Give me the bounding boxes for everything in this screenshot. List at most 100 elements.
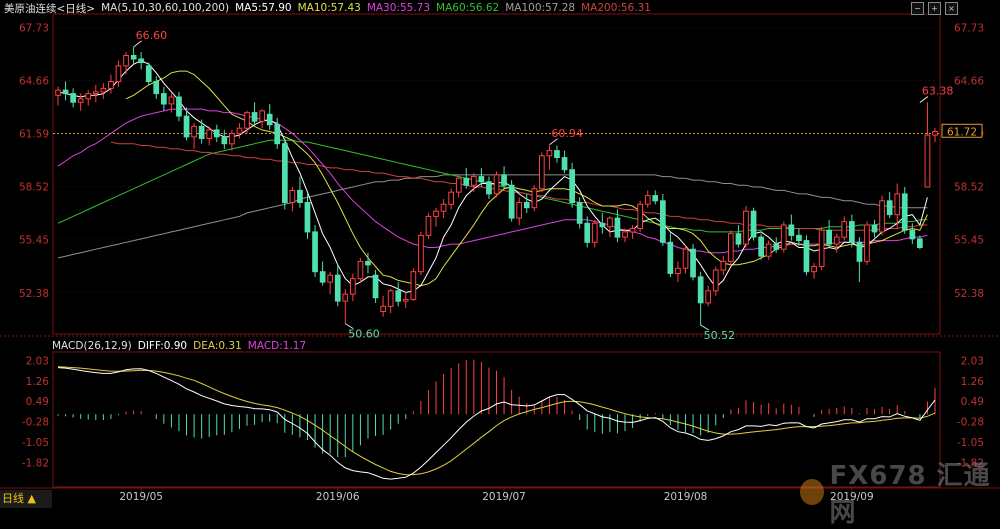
macd-tick-left: -1.05 [22,437,49,449]
candle-down [153,81,160,95]
candle-down [130,55,137,60]
price-tick-left: 64.66 [19,75,49,87]
candle-up [924,134,931,188]
candle-up [780,224,787,250]
candle-up [115,65,122,83]
candle-down [614,217,621,238]
macd-tick-left: 0.49 [26,396,49,408]
candle-down [213,129,220,138]
candle-down [183,115,190,138]
logo-icon [800,479,824,505]
close-icon[interactable]: × [945,2,958,15]
candle-down [251,112,258,122]
candle-up [440,203,447,212]
candle-down [758,236,764,257]
macd-tick-left: 2.03 [26,355,49,367]
candle-down [523,202,530,209]
time-tick-label: 2019/07 [482,491,526,503]
candle-down [138,58,145,63]
time-tick-label: 2019/08 [664,491,708,503]
candle-down [463,177,470,186]
watermark-text: FX678 汇通网 [829,461,991,528]
price-tick-right: 67.73 [954,22,984,34]
last-price-label: 61.72 [947,126,977,138]
price-tick-right: 52.38 [954,288,984,300]
chart-canvas: 67.7367.7364.6664.6661.5961.5958.5258.52… [0,13,1000,503]
candle-down [826,229,832,245]
candle-down [856,241,863,262]
candle-down [62,89,69,95]
candle-up [644,195,651,205]
candle-down [561,157,568,171]
candle-down [334,274,341,302]
candle-up [471,176,477,186]
candle-down [796,234,802,242]
candle-down [501,174,507,186]
candle-up [932,131,938,136]
candle-up [289,189,296,203]
candle-down [871,224,878,233]
candle-up [418,234,424,273]
candle-up [712,269,719,292]
candle-down [304,202,311,233]
maximize-icon[interactable]: + [928,2,941,15]
macd-value: MACD:1.17 [247,340,307,352]
period-label[interactable]: <日线> [57,1,96,16]
candle-up [93,91,99,95]
price-tick-right: 58.52 [954,182,984,194]
candle-down [319,271,326,283]
candle-down [478,176,485,183]
price-tick-left: 52.38 [19,288,49,300]
candle-down [161,93,167,105]
candle-up [123,55,129,67]
candle-up [410,271,417,300]
ma-params: MA(5,10,30,60,100,200) [101,2,230,14]
candle-up [546,150,553,157]
candle-up [864,224,870,262]
time-tick-label: 2019/05 [119,491,163,503]
candle-up [206,129,213,139]
macd-tick-right: -0.28 [957,417,984,429]
candle-up [841,221,848,238]
candle-up [100,87,107,93]
candle-up [191,125,197,138]
annotation-high: 63.38 [922,85,954,98]
price-tick-right: 55.45 [954,235,984,247]
candle-down [773,243,780,250]
ma100-line [57,174,928,259]
ma5-value: MA5:57.90 [235,2,292,14]
candle-up [629,228,636,233]
candle-down [297,189,303,203]
candle-down [365,260,371,266]
macd-tick-right: 0.49 [961,396,984,408]
candle-up [675,267,681,274]
candle-up [728,233,734,262]
candle-down [849,221,855,243]
candle-up [743,210,749,245]
candle-up [531,188,538,209]
candle-up [402,298,409,302]
candle-down [176,96,182,117]
candle-up [607,217,613,228]
annotation-high: 60.94 [551,127,583,140]
candle-up [448,191,454,205]
candle-down [221,136,228,145]
macd-tick-right: 2.03 [961,355,984,367]
candle-up [493,174,500,195]
candle-down [282,143,288,203]
candle-up [833,236,840,245]
candle-up [236,127,243,134]
timeframe-button[interactable]: 日线 ▲ [0,490,52,508]
watermark-logo: FX678 汇通网 [800,455,1000,529]
minimize-icon[interactable]: − [911,2,924,15]
candle-down [667,241,674,274]
candle-down [554,150,560,159]
candle-down [198,125,205,140]
candle-up [387,290,394,307]
candle-down [508,184,515,219]
candle-up [357,260,364,280]
price-tick-right: 64.66 [954,75,984,87]
ma5-line [57,60,928,294]
candle-down [917,238,923,248]
ma100-value: MA100:57.28 [505,2,576,14]
